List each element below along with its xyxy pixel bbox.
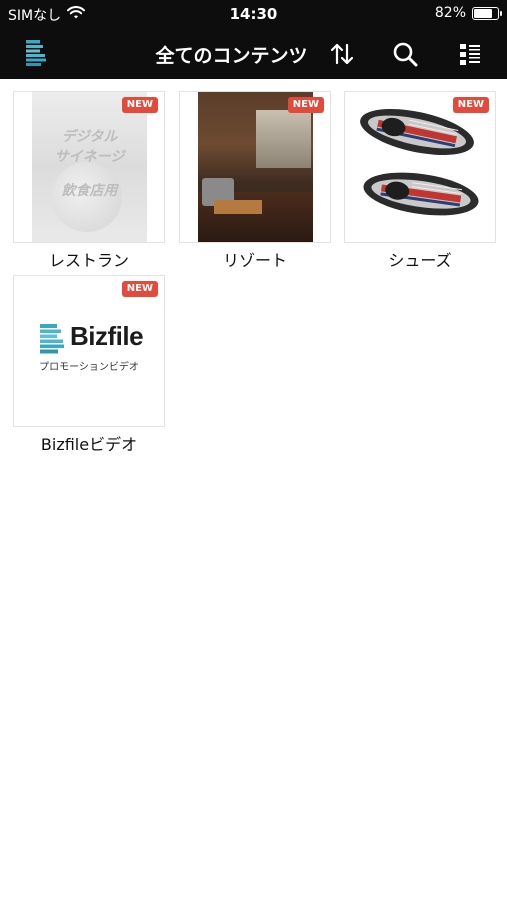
thumb-text-line: 飲食店用 <box>61 183 118 199</box>
content-title: Bizfileビデオ <box>40 435 138 454</box>
thumb-text-line: サイネージ <box>54 149 125 165</box>
content-thumbnail: Bizfile プロモーションビデオ NEW <box>13 275 165 427</box>
thumb-text-line: デジタル <box>61 129 118 145</box>
battery-percent: 82% <box>434 5 466 21</box>
table-graphic <box>214 200 262 214</box>
new-badge: NEW <box>452 97 489 113</box>
content-title: シューズ <box>388 251 452 270</box>
sort-icon[interactable] <box>327 39 357 69</box>
content-tile-restaurant[interactable]: デジタル サイネージ 飲食店用 NEW レストラン <box>13 91 165 271</box>
list-view-icon[interactable] <box>455 39 485 69</box>
content-tile-bizfile[interactable]: Bizfile プロモーションビデオ NEW Bizfileビデオ <box>13 275 165 455</box>
new-badge: NEW <box>121 97 158 113</box>
bizfile-logo-icon <box>40 324 66 354</box>
content-tile-shoes[interactable]: NEW シューズ <box>344 91 496 271</box>
new-badge: NEW <box>121 281 158 297</box>
battery-icon <box>472 6 502 20</box>
content-title: リゾート <box>222 251 287 270</box>
status-time: 14:30 <box>229 5 278 23</box>
resort-interior-image <box>198 92 313 242</box>
search-icon[interactable] <box>390 39 420 69</box>
new-badge: NEW <box>287 97 324 113</box>
bizfile-subtitle: プロモーションビデオ <box>39 362 139 373</box>
status-right: 82% <box>434 5 502 21</box>
bizfile-wordmark: Bizfile <box>70 321 144 351</box>
content-tile-resort[interactable]: NEW リゾート <box>179 91 331 271</box>
window-graphic <box>256 110 311 168</box>
content-title: レストラン <box>48 251 129 270</box>
nav-bar: 全てのコンテンツ <box>0 28 507 79</box>
content-thumbnail: デジタル サイネージ 飲食店用 NEW <box>13 91 165 243</box>
restaurant-signage-image: デジタル サイネージ 飲食店用 <box>32 92 147 242</box>
battery-fill <box>474 8 492 18</box>
content-thumbnail: NEW <box>179 91 331 243</box>
content-thumbnail: NEW <box>344 91 496 243</box>
shoes-image <box>360 109 479 216</box>
status-bar: SIMなし 14:30 82% <box>0 0 507 28</box>
